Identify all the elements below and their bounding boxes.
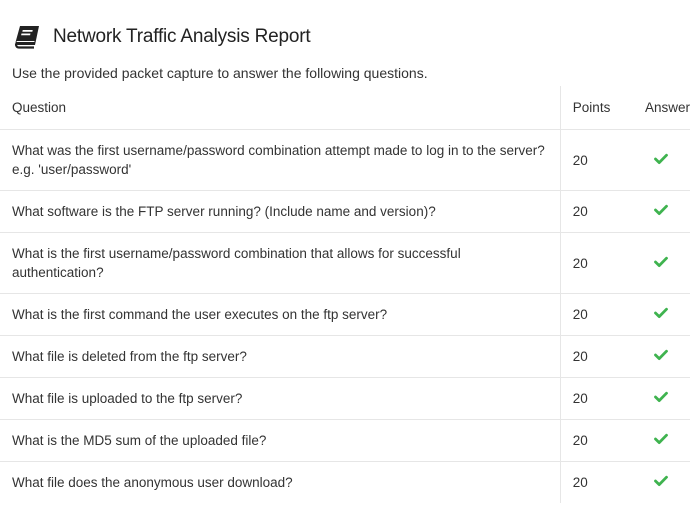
- question-text: What file is uploaded to the ftp server?: [0, 377, 561, 420]
- check-icon: [654, 349, 668, 361]
- table-row: What is the MD5 sum of the uploaded file…: [0, 419, 690, 462]
- table-row: What was the first username/password com…: [0, 129, 690, 191]
- answer-cell: [633, 419, 690, 462]
- check-icon: [654, 204, 668, 216]
- points-value: 20: [559, 190, 634, 233]
- points-column-header: Points: [559, 86, 634, 130]
- answer-cell: [633, 232, 690, 294]
- points-value: 20: [559, 293, 634, 336]
- points-value: 20: [559, 335, 634, 378]
- question-text: What file does the anonymous user downlo…: [12, 475, 293, 490]
- question-text: What was the first username/password com…: [0, 129, 561, 191]
- question-text: What is the first username/password comb…: [0, 232, 561, 294]
- table-header-row: Question Points Answer: [0, 86, 690, 130]
- report-header: Network Traffic Analysis Report: [14, 22, 311, 52]
- check-icon: [654, 433, 668, 445]
- points-value: 20: [559, 232, 634, 294]
- points-value: 20: [559, 129, 634, 191]
- question-column-header: Question: [0, 86, 561, 130]
- questions-table: Question Points Answer What was the firs…: [0, 86, 690, 503]
- check-icon: [654, 475, 668, 487]
- table-row: What is the first username/password comb…: [0, 232, 690, 294]
- points-value: 20: [559, 461, 634, 503]
- table-row: What file does the anonymous user downlo…: [0, 461, 690, 504]
- table-row: What file is uploaded to the ftp server?…: [0, 377, 690, 420]
- answer-cell: [633, 129, 690, 191]
- answer-cell: [633, 190, 690, 233]
- page-title: Network Traffic Analysis Report: [53, 26, 311, 47]
- book-icon: [14, 24, 42, 50]
- check-icon: [654, 307, 668, 319]
- question-text: What software is the FTP server running?…: [0, 190, 561, 233]
- points-value: 20: [559, 419, 634, 462]
- answer-cell: [633, 377, 690, 420]
- answer-cell: [634, 462, 690, 504]
- question-text: What is the first command the user execu…: [0, 293, 561, 336]
- table-row: What is the first command the user execu…: [0, 293, 690, 336]
- answer-cell: [633, 293, 690, 336]
- table-row: What software is the FTP server running?…: [0, 190, 690, 233]
- question-text: What is the MD5 sum of the uploaded file…: [0, 419, 561, 462]
- question-text: What file is deleted from the ftp server…: [0, 335, 561, 378]
- answer-cell: [633, 335, 690, 378]
- check-icon: [654, 256, 668, 268]
- check-icon: [654, 391, 668, 403]
- answer-column-header: Answer: [633, 86, 690, 130]
- points-value: 20: [559, 377, 634, 420]
- check-icon: [654, 153, 668, 165]
- intro-text: Use the provided packet capture to answe…: [12, 65, 428, 81]
- table-row: What file is deleted from the ftp server…: [0, 335, 690, 378]
